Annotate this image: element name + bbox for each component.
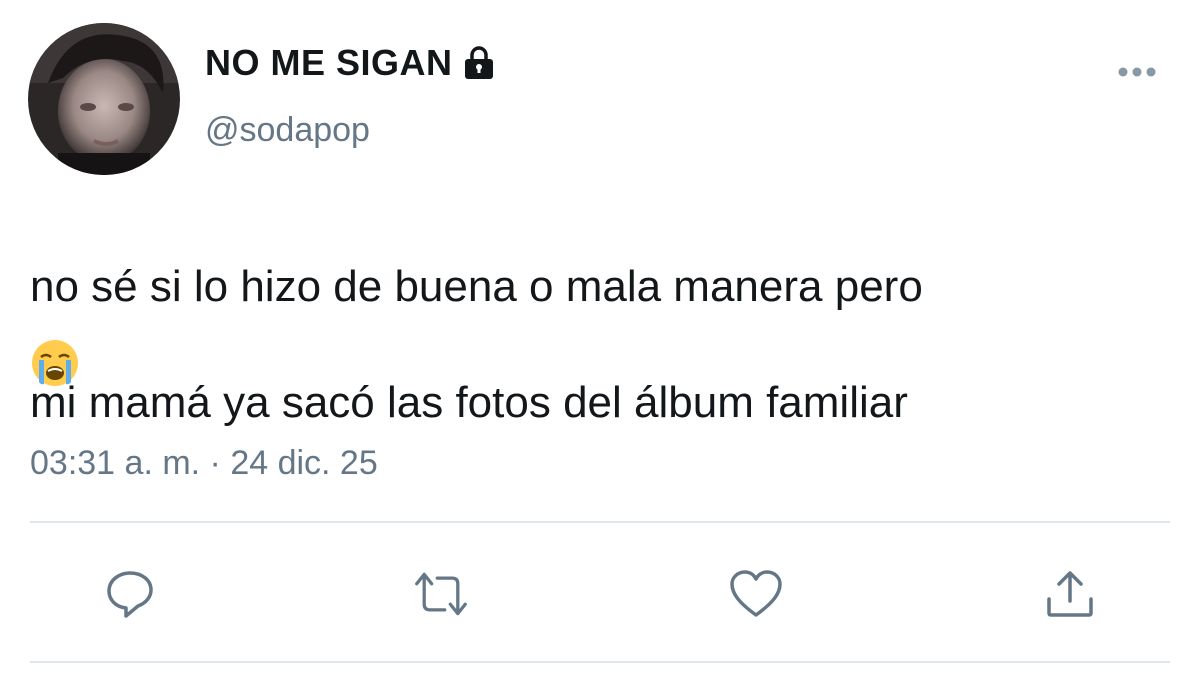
more-options-icon[interactable] <box>1112 60 1162 84</box>
tweet-text-line-1: no sé si lo hizo de buena o mala manera … <box>30 262 923 311</box>
display-name[interactable]: NO ME SIGAN <box>205 42 497 84</box>
username[interactable]: @sodapop <box>205 111 370 150</box>
tweet-timestamp[interactable]: 03:31 a. m. · 24 dic. 25 <box>30 444 378 483</box>
display-name-text: NO ME SIGAN <box>205 42 453 83</box>
share-icon <box>1047 571 1093 617</box>
like-button[interactable] <box>728 566 784 622</box>
tweet-text-line-2: mi mamá ya sacó las fotos del álbum fami… <box>30 378 908 427</box>
heart-icon <box>730 570 782 617</box>
avatar[interactable] <box>28 23 180 175</box>
avatar-photo <box>28 23 180 175</box>
divider <box>30 661 1170 663</box>
divider <box>30 521 1170 523</box>
share-button[interactable] <box>1042 566 1098 622</box>
retweet-button[interactable] <box>413 566 469 622</box>
reply-button[interactable] <box>102 566 158 622</box>
loudly-crying-face-emoji <box>32 340 78 386</box>
lock-icon <box>464 46 493 79</box>
reply-icon <box>107 571 153 618</box>
retweet-icon <box>415 572 467 616</box>
